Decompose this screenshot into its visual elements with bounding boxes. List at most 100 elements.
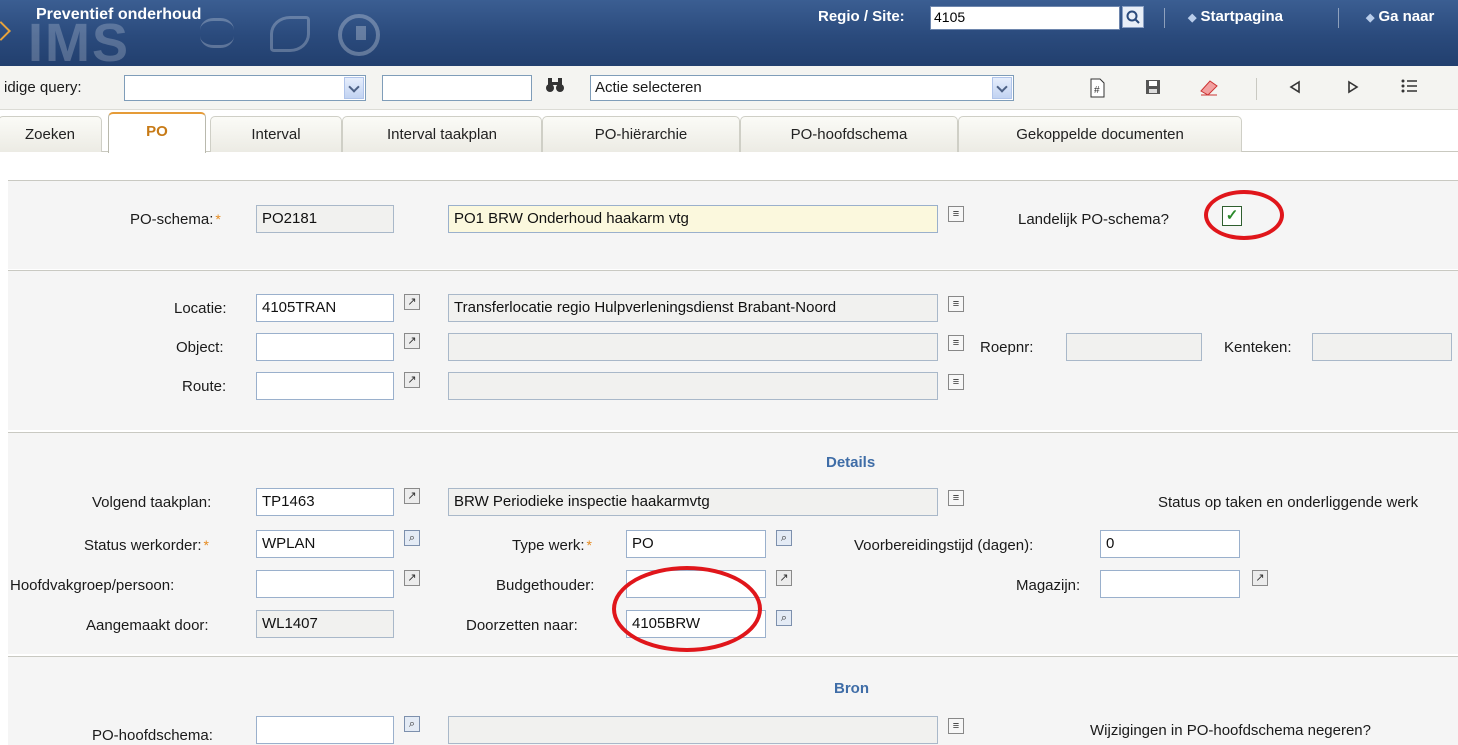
tab-interval-taakplan[interactable]: Interval taakplan [342, 116, 542, 152]
status-werkorder-input[interactable]: WPLAN [256, 530, 394, 558]
prep-time-label: Voorbereidingstijd (dagen): [854, 537, 1034, 554]
wave-logo-icon [200, 18, 234, 48]
po-schema-description[interactable]: PO1 BRW Onderhoud haakarm vtg [448, 205, 938, 233]
swirl-logo-icon [270, 16, 310, 52]
search-icon[interactable]: ⌕ [776, 610, 792, 626]
tab-po-hoofdschema[interactable]: PO-hoofdschema [740, 116, 958, 152]
national-schema-label: Landelijk PO-schema? [1018, 211, 1169, 228]
status-note: Status op taken en onderliggende werk [1158, 494, 1419, 511]
tab-gekoppelde-documenten[interactable]: Gekoppelde documenten [958, 116, 1242, 152]
list-icon[interactable]: ≡ [948, 718, 964, 734]
po-schema-label: PO-schema: * [130, 211, 221, 228]
po-hoofdschema-description [448, 716, 938, 744]
search-icon[interactable]: ⌕ [776, 530, 792, 546]
divider [1256, 78, 1257, 100]
list-view-icon[interactable] [1398, 78, 1420, 100]
kenteken-label: Kenteken: [1224, 339, 1292, 356]
magazijn-label: Magazijn: [1016, 577, 1081, 594]
open-link-icon[interactable]: ↗ [404, 372, 420, 388]
open-link-icon[interactable]: ↗ [1252, 570, 1268, 586]
route-label: Route: [182, 378, 227, 395]
po-hoofdschema-label: PO-hoofdschema: [92, 727, 213, 744]
required-asterisk-icon: * [215, 211, 221, 227]
bullet-icon: ◆ [1188, 12, 1197, 24]
status-werkorder-label: Status werkorder: * [84, 537, 209, 554]
tab-po-hierarchie[interactable]: PO-hiërarchie [542, 116, 740, 152]
type-werk-label: Type werk: * [512, 537, 592, 554]
previous-icon[interactable] [1284, 78, 1306, 100]
route-code-input[interactable] [256, 372, 394, 400]
tab-po[interactable]: PO [108, 112, 206, 153]
app-title: Preventief onderhoud [36, 6, 202, 23]
search-icon[interactable]: ⌕ [404, 716, 420, 732]
bullet-icon: ◆ [1366, 12, 1375, 24]
open-link-icon[interactable]: ↗ [404, 488, 420, 504]
hoofdvakgroep-input[interactable] [256, 570, 394, 598]
nav-start-label: Startpagina [1200, 8, 1283, 25]
query-text-input[interactable] [382, 75, 532, 101]
tab-zoeken[interactable]: Zoeken [0, 116, 102, 152]
highlight-circle [612, 566, 762, 652]
taakplan-code-input[interactable]: TP1463 [256, 488, 394, 516]
query-label: idige query: [4, 79, 82, 96]
nav-start-link[interactable]: ◆ Startpagina [1188, 8, 1283, 25]
open-link-icon[interactable]: ↗ [776, 570, 792, 586]
locatie-description: Transferlocatie regio Hulpverleningsdien… [448, 294, 938, 322]
highlight-circle [1204, 190, 1284, 240]
nav-goto-label: Ga naar [1378, 8, 1435, 25]
roepnr-label: Roepnr: [980, 339, 1034, 356]
chevron-down-icon[interactable] [344, 77, 364, 99]
magazijn-input[interactable] [1100, 570, 1240, 598]
required-asterisk-icon: * [203, 537, 209, 553]
route-description [448, 372, 938, 400]
nav-goto-link[interactable]: ◆ Ga naar [1366, 8, 1434, 25]
chevron-right-icon[interactable] [0, 21, 11, 41]
chevron-down-icon[interactable] [992, 77, 1012, 99]
site-search-button[interactable] [1122, 6, 1144, 28]
site-label: Regio / Site: [818, 8, 905, 25]
list-icon[interactable]: ≡ [948, 296, 964, 312]
po-schema-code[interactable]: PO2181 [256, 205, 394, 233]
object-description [448, 333, 938, 361]
next-icon[interactable] [1342, 78, 1364, 100]
toolbar: idige query: Actie selecteren # [0, 66, 1458, 110]
roepnr-field [1066, 333, 1202, 361]
list-icon[interactable]: ≡ [948, 490, 964, 506]
list-icon[interactable]: ≡ [948, 335, 964, 351]
object-code-input[interactable] [256, 333, 394, 361]
search-icon[interactable]: ⌕ [404, 530, 420, 546]
doorzetten-naar-label: Doorzetten naar: [466, 617, 578, 634]
action-select[interactable]: Actie selecteren [590, 75, 1014, 101]
list-icon[interactable]: ≡ [948, 206, 964, 222]
open-link-icon[interactable]: ↗ [404, 570, 420, 586]
save-icon[interactable] [1142, 78, 1164, 100]
tab-interval[interactable]: Interval [210, 116, 342, 152]
details-heading: Details [826, 454, 876, 471]
po-hoofdschema-input[interactable] [256, 716, 394, 744]
prep-time-input[interactable]: 0 [1100, 530, 1240, 558]
eraser-icon[interactable] [1198, 78, 1220, 100]
svg-text:#: # [1094, 85, 1100, 96]
list-icon[interactable]: ≡ [948, 374, 964, 390]
action-select-value: Actie selecteren [595, 79, 702, 96]
taakplan-label: Volgend taakplan: [92, 494, 212, 511]
query-select[interactable] [124, 75, 366, 101]
aangemaakt-door-field: WL1407 [256, 610, 394, 638]
circle-logo-icon [338, 14, 380, 56]
budgethouder-label: Budgethouder: [496, 577, 595, 594]
aangemaakt-door-label: Aangemaakt door: [86, 617, 209, 634]
divider [1338, 8, 1339, 28]
locatie-code-input[interactable]: 4105TRAN [256, 294, 394, 322]
search-icon [1126, 10, 1140, 24]
new-document-icon[interactable]: # [1086, 78, 1108, 100]
open-link-icon[interactable]: ↗ [404, 333, 420, 349]
open-link-icon[interactable]: ↗ [404, 294, 420, 310]
type-werk-input[interactable]: PO [626, 530, 766, 558]
kenteken-field [1312, 333, 1452, 361]
required-asterisk-icon: * [586, 537, 592, 553]
site-input[interactable]: 4105 [930, 6, 1120, 30]
binoculars-icon[interactable] [544, 76, 566, 98]
divider [1164, 8, 1165, 28]
bron-heading: Bron [834, 680, 869, 697]
object-label: Object: [176, 339, 224, 356]
